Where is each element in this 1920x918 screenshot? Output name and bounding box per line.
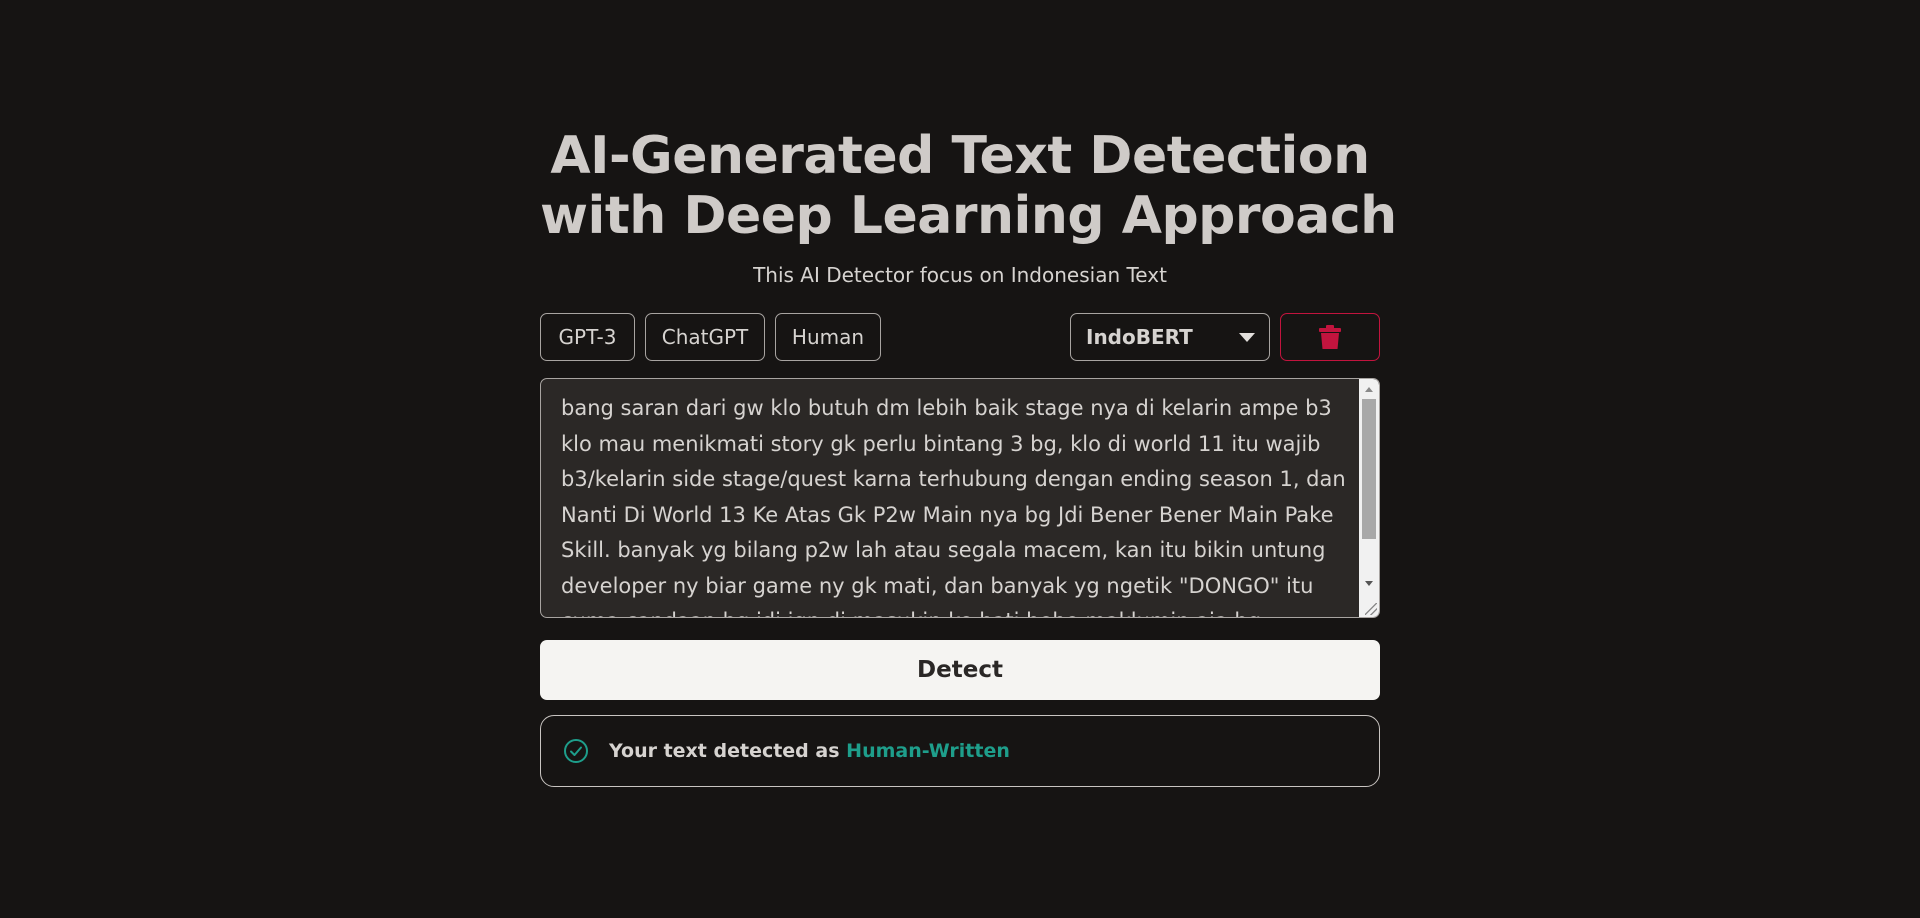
text-input-content: bang saran dari gw klo butuh dm lebih ba… [561,396,1346,617]
detect-button[interactable]: Detect [540,640,1380,700]
result-prefix: Your text detected as [609,740,840,762]
result-value: Human-Written [846,740,1010,762]
scroll-up-icon[interactable] [1365,387,1373,392]
check-circle-icon [564,739,588,763]
page-title-line-2: with Deep Learning Approach [540,186,1397,246]
result-message: Your text detected as Human-Written [609,740,1010,762]
page-title-line-1: AI-Generated Text Detection [550,126,1370,186]
sample-human-button[interactable]: Human [775,313,881,361]
model-select-value: IndoBERT [1086,325,1193,349]
model-select[interactable]: IndoBERT [1070,313,1270,361]
scrollbar-thumb[interactable] [1362,399,1376,539]
result-panel: Your text detected as Human-Written [540,715,1380,787]
page-subtitle: This AI Detector focus on Indonesian Tex… [753,263,1167,287]
sample-gpt3-button[interactable]: GPT-3 [540,313,635,361]
resize-handle-icon[interactable] [1365,603,1377,615]
sample-chatgpt-button[interactable]: ChatGPT [645,313,765,361]
trash-icon [1319,325,1341,349]
toolbar: GPT-3 ChatGPT Human IndoBERT [540,313,1380,363]
text-input[interactable]: bang saran dari gw klo butuh dm lebih ba… [540,378,1380,618]
scroll-down-icon[interactable] [1365,581,1373,586]
page-title: AI-Generated Text Detection with Deep Le… [540,126,1397,246]
clear-button[interactable] [1280,313,1380,361]
text-input-scrollbar[interactable] [1359,379,1379,617]
chevron-down-icon [1239,333,1255,342]
